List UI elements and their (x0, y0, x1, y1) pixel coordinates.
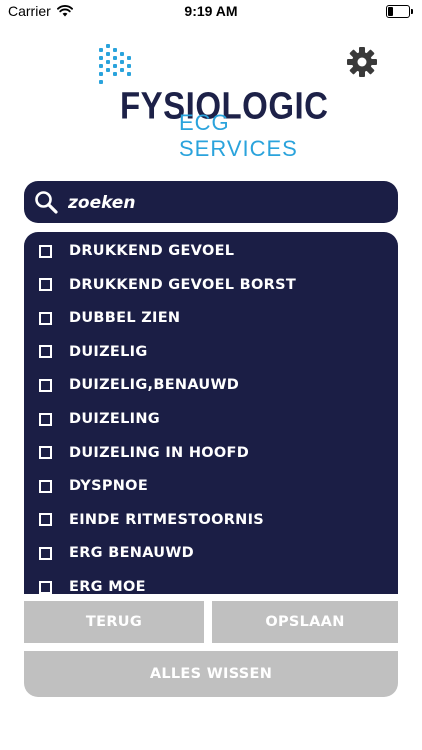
checkbox[interactable] (39, 546, 52, 560)
list-item-label: DUIZELING (69, 411, 160, 427)
list-item-label: DRUKKEND GEVOEL BORST (69, 276, 297, 293)
checkbox[interactable] (39, 278, 52, 292)
logo-dots-graphic (99, 44, 131, 84)
list-item[interactable]: DUIZELIG (24, 337, 398, 367)
list-item[interactable]: DUIZELING IN HOOFD (24, 438, 398, 468)
list-item-label: EINDE RITMESTOORNIS (69, 511, 265, 528)
symptom-list[interactable]: DRUKKEND GEVOEL DRUKKEND GEVOEL BORST DUBB… (24, 232, 398, 594)
list-item-label: DRUKKEND GEVOEL (69, 243, 235, 259)
battery-fill (388, 7, 393, 16)
back-button[interactable]: TERUG (24, 601, 204, 643)
list-item[interactable]: DUIZELING (24, 404, 398, 434)
search-icon (35, 191, 58, 214)
list-item[interactable]: DUBBEL ZIEN (24, 303, 398, 333)
logo-subtitle: ECG SERVICES (179, 110, 298, 161)
checkbox[interactable] (39, 513, 52, 527)
checkbox[interactable] (39, 580, 52, 594)
list-item-label: DUBBEL ZIEN (69, 310, 181, 327)
checkbox[interactable] (39, 311, 52, 325)
checkbox[interactable] (39, 378, 52, 392)
list-item-label: ERG BENAUWD (69, 545, 194, 562)
status-bar: Carrier 9:19 AM (0, 0, 422, 24)
checkbox[interactable] (39, 412, 52, 426)
list-item-label: DUIZELING IN HOOFD (69, 444, 250, 461)
gear-icon[interactable] (346, 46, 378, 78)
search-bar[interactable] (24, 181, 398, 223)
save-button[interactable]: OPSLAAN (212, 601, 398, 643)
list-item[interactable]: DYSPNOE (24, 471, 398, 501)
list-item-label: ERG MOE (69, 579, 146, 594)
list-item[interactable]: DRUKKEND GEVOEL (24, 236, 398, 266)
checkbox[interactable] (39, 479, 52, 493)
checkbox[interactable] (39, 244, 52, 258)
checkbox[interactable] (39, 345, 52, 359)
fysiologic-logo: FYSIOLOGIC ECG SERVICES (96, 40, 328, 161)
status-time: 9:19 AM (184, 3, 238, 19)
list-item-label: DUIZELIG,BENAUWD (69, 377, 240, 394)
list-item[interactable]: ERG BENAUWD (24, 538, 398, 568)
list-item[interactable]: DUIZELIG,BENAUWD (24, 370, 398, 400)
battery-icon (386, 5, 413, 18)
list-item[interactable]: EINDE RITMESTOORNIS (24, 505, 398, 535)
list-item[interactable]: ERG MOE (24, 572, 398, 594)
list-item-label: DYSPNOE (69, 478, 149, 495)
list-item[interactable]: DRUKKEND GEVOEL BORST (24, 270, 398, 300)
clear-all-button[interactable]: ALLES WISSEN (24, 651, 398, 697)
list-item-label: DUIZELIG (69, 343, 148, 360)
search-input[interactable] (66, 188, 390, 218)
checkbox[interactable] (39, 446, 52, 460)
